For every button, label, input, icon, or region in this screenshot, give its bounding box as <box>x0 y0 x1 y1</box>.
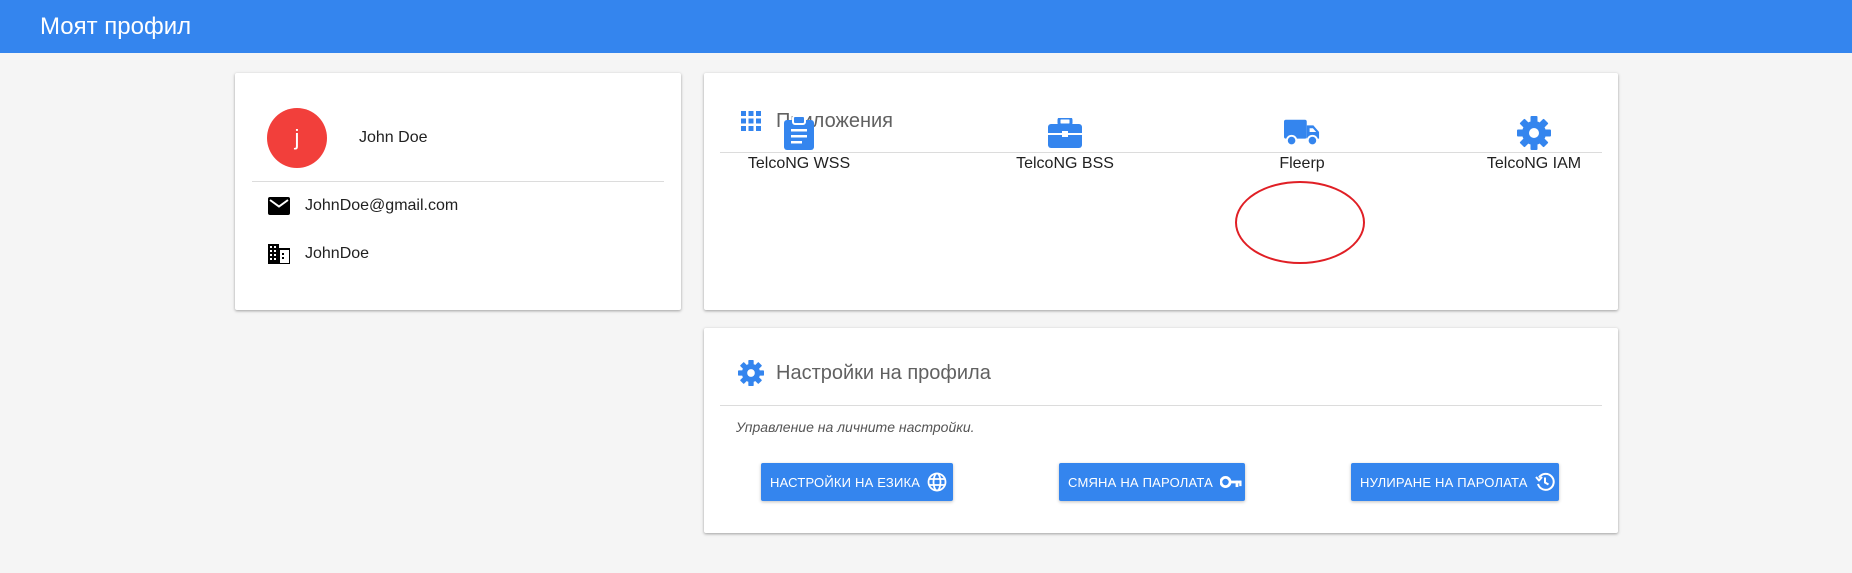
company-row: JohnDoe <box>267 242 369 266</box>
settings-header: Настройки на профила <box>738 360 991 386</box>
page-title: Моят профил <box>40 12 192 40</box>
key-icon <box>1219 471 1242 493</box>
email-text: JohnDoe@gmail.com <box>305 197 459 214</box>
building-icon <box>267 242 291 266</box>
app-telcong-iam[interactable]: TelcoNG IAM <box>1459 115 1609 185</box>
globe-icon <box>927 471 947 493</box>
app-label: TelcoNG IAM <box>1486 155 1582 172</box>
app-label: TelcoNG WSS <box>747 155 851 172</box>
settings-title: Настройки на профила <box>776 361 991 384</box>
app-label: Fleerp <box>1279 155 1325 172</box>
app-telcong-bss[interactable]: TelcoNG BSS <box>990 115 1140 185</box>
top-app-bar: Моят профил <box>0 0 1852 53</box>
app-fleerp[interactable]: Fleerp <box>1227 115 1377 185</box>
company-text: JohnDoe <box>305 245 370 262</box>
app-telcong-wss[interactable]: TelcoNG WSS <box>724 115 874 185</box>
mail-icon <box>267 194 291 218</box>
settings-subtitle: Управление на личните настройки. <box>736 419 975 435</box>
divider <box>720 405 1602 406</box>
change-password-button[interactable]: СМЯНА НА ПАРОЛАТА <box>1059 463 1245 501</box>
language-settings-button[interactable]: НАСТРОЙКИ НА ЕЗИКА <box>761 463 953 501</box>
email-row: JohnDoe@gmail.com <box>267 194 458 218</box>
avatar-letter: j <box>294 125 300 150</box>
reset-password-button[interactable]: НУЛИРАНЕ НА ПАРОЛАТА <box>1351 463 1559 501</box>
profile-card: j John Doe JohnDoe@gmail.com JohnDoe <box>235 73 681 310</box>
highlight-annotation <box>1235 181 1365 264</box>
gear-icon <box>738 360 764 386</box>
profile-name: John Doe <box>359 129 428 146</box>
apps-card: Приложения <box>704 73 1618 310</box>
briefcase-icon <box>1047 115 1083 151</box>
history-icon <box>1534 471 1555 493</box>
app-label: TelcoNG BSS <box>1016 155 1114 172</box>
avatar: j <box>267 108 327 168</box>
button-label: НАСТРОЙКИ НА ЕЗИКА <box>770 474 921 490</box>
gear-icon <box>1516 115 1552 151</box>
button-label: НУЛИРАНЕ НА ПАРОЛАТА <box>1360 474 1528 490</box>
truck-icon <box>1284 115 1320 151</box>
button-label: СМЯНА НА ПАРОЛАТА <box>1068 474 1213 490</box>
settings-card: Настройки на профила Управление на лични… <box>704 328 1618 533</box>
clipboard-icon <box>781 115 817 151</box>
divider <box>252 181 664 182</box>
